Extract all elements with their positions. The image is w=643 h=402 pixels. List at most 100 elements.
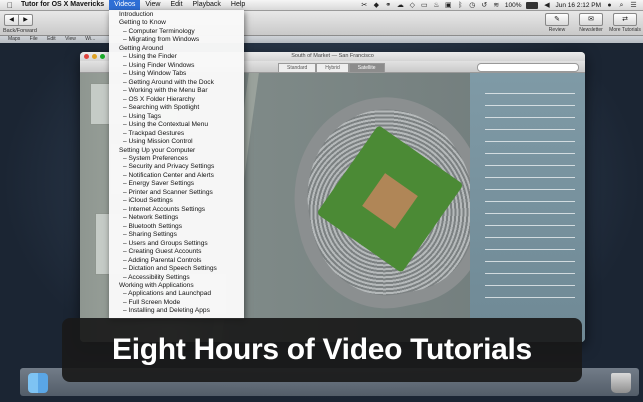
forward-button[interactable]: ▶ (19, 14, 33, 26)
dropbox-icon[interactable]: ◇ (409, 2, 416, 9)
review-button[interactable]: ✎ Review (543, 13, 571, 33)
menu-video-item[interactable]: – Printer and Scanner Settings (109, 189, 244, 197)
evernote-icon[interactable]: ◆ (373, 2, 380, 9)
menu-video-item[interactable]: – Creating Guest Accounts (109, 248, 244, 256)
menu-video-item[interactable]: – Using Mission Control (109, 138, 244, 146)
newsletter-label: Newsletter (579, 27, 603, 33)
volume-icon[interactable]: ◀ (543, 2, 550, 9)
battery-icon[interactable] (526, 1, 539, 9)
menu-video-item[interactable]: – Trackpad Gestures (109, 130, 244, 138)
menu-playback[interactable]: Playback (188, 0, 226, 10)
inner-menu-edit: Edit (47, 36, 56, 42)
menu-bar:  Tutor for OS X Mavericks Videos View E… (0, 0, 643, 11)
more-tutorials-label: More Tutorials (609, 27, 641, 33)
status-area: ✂ ◆ ⚭ ☁ ◇ ▭ ♨ ▣ ᛒ ◷ ↺ ≋ 100% ◀ Jun 16 2:… (361, 1, 643, 9)
timemachine-icon[interactable]: ↺ (481, 2, 488, 9)
menu-video-item[interactable]: – Using Finder Windows (109, 62, 244, 70)
maps-title: South of Market — San Francisco (291, 53, 374, 59)
newsletter-button[interactable]: ✉ Newsletter (577, 13, 605, 33)
menu-video-item[interactable]: – Computer Terminology (109, 28, 244, 36)
menu-edit[interactable]: Edit (165, 0, 187, 10)
menu-video-item[interactable]: – Accessibility Settings (109, 274, 244, 282)
menu-video-item[interactable]: – Getting Around with the Dock (109, 79, 244, 87)
review-label: Review (548, 27, 566, 33)
app-toolbar: ◀ ▶ Back/Forward ✎ Review ✉ Newsletter ⇄… (0, 11, 643, 36)
display-icon[interactable]: ▭ (421, 2, 428, 9)
trash-icon[interactable] (611, 373, 631, 393)
menu-section-header[interactable]: Getting Around (109, 45, 244, 53)
menu-video-item[interactable]: – Users and Groups Settings (109, 240, 244, 248)
menu-video-item[interactable]: – Using Window Tabs (109, 70, 244, 78)
menu-video-item[interactable]: – Internet Accounts Settings (109, 206, 244, 214)
app-menu[interactable]: Tutor for OS X Mavericks (16, 0, 109, 10)
spotlight-icon[interactable]: ⌕ (618, 2, 625, 9)
inner-menu-file: File (29, 36, 38, 42)
battery-percent: 100% (504, 1, 522, 9)
user-icon[interactable]: ● (606, 2, 613, 9)
menu-view[interactable]: View (140, 0, 165, 10)
wifi-icon[interactable]: ≋ (493, 2, 500, 9)
scissors-icon[interactable]: ✂ (361, 2, 368, 9)
menu-video-item[interactable]: – System Preferences (109, 155, 244, 163)
inner-menu-window: Wi... (85, 36, 96, 42)
nav-label: Back/Forward (3, 28, 37, 34)
menu-video-item[interactable]: – Adding Parental Controls (109, 257, 244, 265)
flame-icon[interactable]: ♨ (433, 2, 440, 9)
traffic-lights (84, 54, 105, 59)
menu-video-item[interactable]: – Applications and Launchpad (109, 290, 244, 298)
menu-section-header[interactable]: Working with Applications (109, 282, 244, 290)
menu-video-item[interactable]: – Notification Center and Alerts (109, 172, 244, 180)
inner-menu-view: View (65, 36, 76, 42)
menu-videos[interactable]: Videos (109, 0, 141, 10)
caption-banner: Eight Hours of Video Tutorials (62, 318, 582, 382)
cloud-icon[interactable]: ☁ (397, 2, 404, 9)
battery-fill (527, 2, 538, 8)
menu-video-item[interactable]: – Using the Finder (109, 53, 244, 61)
menu-video-item[interactable]: – Installing and Deleting Apps (109, 307, 244, 315)
arrows-icon: ⇄ (613, 13, 637, 26)
finder-icon[interactable] (28, 373, 48, 393)
bluetooth-icon[interactable]: ᛒ (457, 2, 464, 9)
menu-video-item[interactable]: – Working with the Menu Bar (109, 87, 244, 95)
menu-video-item[interactable]: – Full Screen Mode (109, 299, 244, 307)
more-tutorials-button[interactable]: ⇄ More Tutorials (609, 13, 641, 33)
menu-video-item[interactable]: – iCloud Settings (109, 197, 244, 205)
screen-icon[interactable]: ▣ (445, 2, 452, 9)
videos-dropdown-menu: Introduction Getting to Know – Computer Te… (109, 10, 244, 319)
back-button[interactable]: ◀ (4, 14, 19, 26)
caption-text: Eight Hours of Video Tutorials (112, 333, 532, 366)
maps-search-field (477, 63, 579, 72)
link-icon[interactable]: ⚭ (385, 2, 392, 9)
zoom-icon (100, 54, 105, 59)
nav-group: ◀ ▶ (4, 14, 33, 26)
notification-center-icon[interactable]: ☰ (630, 2, 637, 9)
menu-section-header[interactable]: Setting Up your Computer (109, 147, 244, 155)
menu-section-header[interactable]: Introduction (109, 11, 244, 19)
mode-hybrid: Hybrid (316, 63, 349, 73)
menu-video-item[interactable]: – OS X Folder Hierarchy (109, 96, 244, 104)
apple-icon[interactable]:  (4, 1, 16, 10)
video-inner-menubar: Maps File Edit View Wi... (0, 36, 643, 43)
menu-section-header[interactable]: Getting to Know (109, 19, 244, 27)
clock-icon[interactable]: ◷ (469, 2, 476, 9)
close-icon (84, 54, 89, 59)
menu-help[interactable]: Help (226, 0, 250, 10)
menu-video-item[interactable]: – Security and Privacy Settings (109, 163, 244, 171)
menu-video-item[interactable]: – Network Settings (109, 214, 244, 222)
mode-standard: Standard (278, 63, 317, 73)
clock-text[interactable]: Jun 16 2:12 PM (555, 2, 601, 9)
menu-video-item[interactable]: – Bluetooth Settings (109, 223, 244, 231)
envelope-icon: ✉ (579, 13, 603, 26)
pencil-icon: ✎ (545, 13, 569, 26)
menu-video-item[interactable]: – Using the Contextual Menu (109, 121, 244, 129)
menu-video-item[interactable]: – Sharing Settings (109, 231, 244, 239)
menu-video-item[interactable]: – Migrating from Windows (109, 36, 244, 44)
inner-menu-maps: Maps (8, 36, 21, 42)
menu-video-item[interactable]: – Dictation and Speech Settings (109, 265, 244, 273)
menu-video-item[interactable]: – Using Tags (109, 113, 244, 121)
marina-docks (485, 93, 575, 303)
menu-video-item[interactable]: – Searching with Spotlight (109, 104, 244, 112)
mode-satellite: Satellite (348, 63, 385, 73)
map-mode-control: Standard Hybrid Satellite (278, 63, 385, 73)
menu-video-item[interactable]: – Energy Saver Settings (109, 180, 244, 188)
